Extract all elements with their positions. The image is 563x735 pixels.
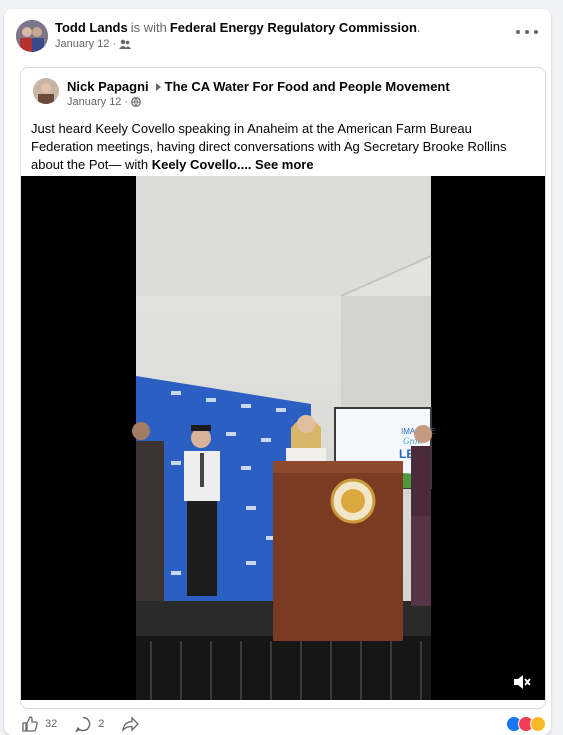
reactions-summary[interactable] bbox=[506, 716, 546, 732]
shared-avatar-image bbox=[33, 78, 59, 104]
comment-count: 2 bbox=[98, 718, 105, 730]
post-text: Just heard Keely Covello speaking in Ana… bbox=[31, 120, 531, 174]
like-count: 32 bbox=[45, 718, 58, 730]
mention-link[interactable]: Keely Covello bbox=[152, 157, 237, 172]
friends-icon bbox=[119, 39, 132, 49]
shared-date[interactable]: January 12 bbox=[67, 96, 121, 108]
arrow-right-icon bbox=[155, 82, 161, 91]
video-player[interactable]: IMAGINE Grow LEAD bbox=[21, 176, 545, 700]
period: . bbox=[416, 20, 421, 35]
globe-icon bbox=[131, 97, 142, 107]
care-reaction-icon bbox=[530, 716, 546, 732]
avatar-image bbox=[16, 20, 48, 52]
tagged-page[interactable]: Federal Energy Regulatory Commission bbox=[170, 20, 417, 35]
post-author[interactable]: Todd Lands bbox=[55, 20, 128, 35]
more-options-icon[interactable] bbox=[516, 25, 538, 39]
post-date[interactable]: January 12 bbox=[55, 38, 109, 50]
video-frame: IMAGINE Grow LEAD bbox=[132, 176, 435, 700]
dot-separator: · bbox=[124, 96, 129, 108]
mute-icon[interactable] bbox=[513, 674, 531, 690]
like-icon[interactable] bbox=[22, 716, 38, 732]
action-bar: 32 2 bbox=[22, 716, 552, 732]
comment-icon[interactable] bbox=[75, 716, 91, 732]
ellipsis: .... bbox=[236, 157, 252, 172]
shared-post[interactable]: Nick Papagni The CA Water For Food and P… bbox=[20, 67, 546, 709]
avatar[interactable] bbox=[16, 20, 48, 52]
see-more-link[interactable]: See more bbox=[255, 157, 314, 172]
shared-author[interactable]: Nick Papagni bbox=[67, 79, 149, 94]
post-card: Todd Lands is with Federal Energy Regula… bbox=[4, 9, 551, 735]
shared-group[interactable]: The CA Water For Food and People Movemen… bbox=[165, 79, 450, 94]
dot-separator: · bbox=[112, 38, 117, 50]
shared-avatar[interactable] bbox=[33, 78, 59, 104]
with-text: is with bbox=[130, 20, 167, 35]
share-icon[interactable] bbox=[122, 716, 140, 732]
